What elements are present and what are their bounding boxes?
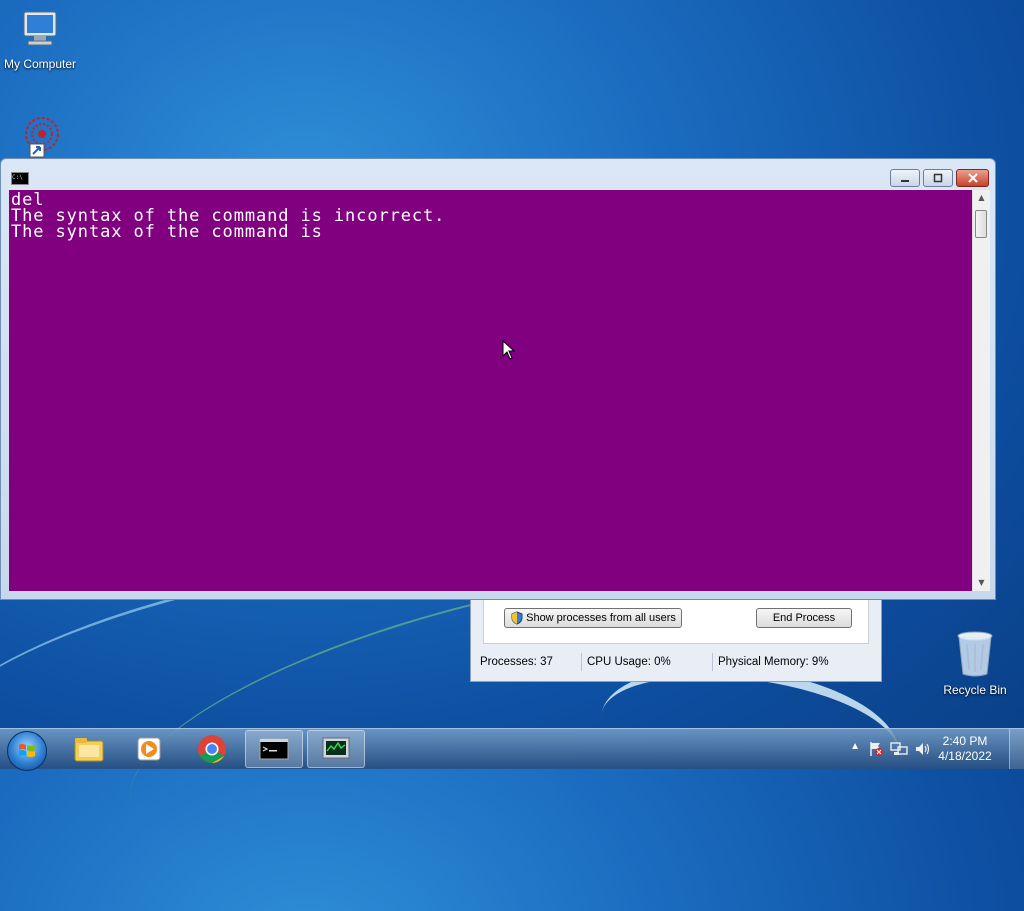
restore-icon [933,173,943,183]
show-all-processes-label: Show processes from all users [526,612,676,624]
start-button[interactable] [7,731,47,771]
cpu-usage: CPU Usage: 0% [582,653,713,671]
maximize-button[interactable] [923,169,953,187]
end-process-button[interactable]: End Process [756,608,852,628]
desktop-icon-shortcut[interactable] [0,112,80,163]
close-icon [967,173,978,183]
cmd-window-icon: C:\ [11,172,29,185]
scrollbar-thumb[interactable] [975,210,987,238]
window-titlebar[interactable]: C:\ [1,159,995,189]
command-prompt-window[interactable]: C:\ del The syntax of the command is inc… [0,158,996,600]
processes-count: Processes: 37 [475,653,582,671]
windows-logo-icon [19,744,35,757]
clock-date: 4/18/2022 [938,749,992,763]
clock-time: 2:40 PM [942,734,988,748]
network-icon[interactable] [890,741,908,757]
taskbar-task-manager[interactable] [307,730,365,768]
scroll-down-icon[interactable]: ▼ [973,575,990,591]
task-manager-statusbar: Processes: 37 CPU Usage: 0% Physical Mem… [475,651,875,673]
task-manager-window: Show processes from all users End Proces… [470,598,882,682]
console-output[interactable]: del The syntax of the command is incorre… [9,190,972,591]
command-prompt-icon [259,738,289,760]
task-manager-panel: Show processes from all users End Proces… [483,599,869,644]
task-manager-icon [322,737,350,759]
close-button[interactable] [956,169,989,187]
taskbar-command-prompt[interactable] [245,730,303,768]
scroll-up-icon[interactable]: ▲ [973,190,990,206]
recycle-bin-icon [957,631,993,677]
computer-icon [23,11,57,46]
taskbar: ▲ 2:40 PM 4/18/2022 [0,728,1024,771]
file-explorer-icon [74,738,104,762]
show-all-processes-button[interactable]: Show processes from all users [504,608,682,628]
taskbar-clock[interactable]: 2:40 PM 4/18/2022 [930,734,1000,764]
chrome-icon [198,735,226,763]
desktop-icon-label: My Computer [3,57,77,71]
console-text: del The syntax of the command is incorre… [11,190,446,242]
taskbar-media-player[interactable] [120,730,178,768]
vertical-scrollbar[interactable]: ▲ ▼ [972,190,990,591]
physical-memory: Physical Memory: 9% [718,656,829,668]
action-center-flag-icon[interactable] [868,741,884,757]
taskbar-file-explorer[interactable] [60,730,118,768]
show-desktop-button[interactable] [1009,729,1024,769]
desktop-icon-label: Recycle Bin [943,683,1007,697]
shortcut-app-icon [25,117,59,158]
desktop-icon-my-computer[interactable]: My Computer [0,8,80,71]
minimize-icon [901,180,909,182]
uac-shield-icon [511,611,523,625]
desktop-icon-recycle-bin[interactable]: Recycle Bin [935,630,1015,697]
mouse-pointer-icon [502,340,516,360]
minimize-button[interactable] [890,169,920,187]
show-hidden-icons-icon[interactable]: ▲ [850,741,860,752]
media-player-icon [137,737,161,761]
taskbar-chrome[interactable] [183,730,241,768]
